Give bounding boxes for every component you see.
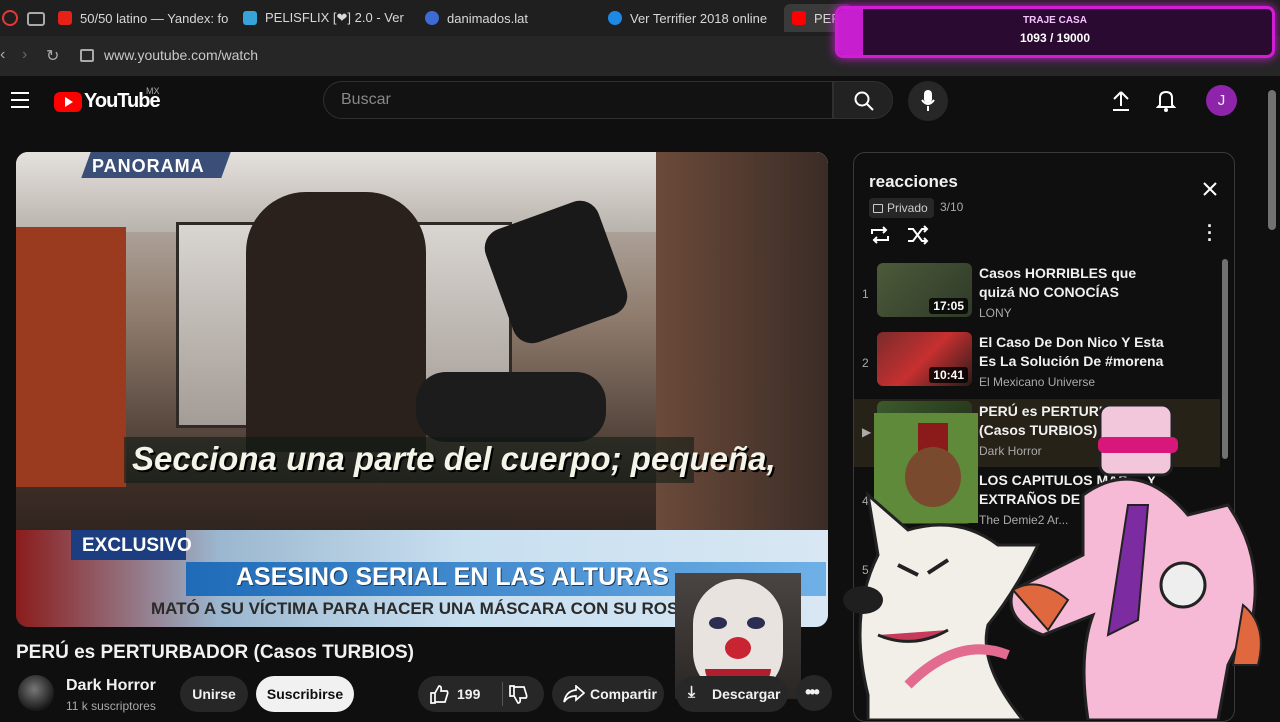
- yandex-icon: [58, 11, 72, 25]
- item-channel: LONY: [979, 306, 1012, 320]
- item-title: El Caso De Don Nico Y Esta Es La Solució…: [979, 334, 1164, 369]
- like-icon[interactable]: [429, 684, 449, 704]
- subscribe-button[interactable]: Suscribirse: [256, 676, 354, 712]
- youtube-play-icon: [54, 92, 82, 112]
- playlist-options-icon[interactable]: · · ·: [1207, 217, 1213, 249]
- video-title: PERÚ es PERTURBADOR (Casos TURBIOS): [16, 642, 414, 663]
- subscribe-label: Suscribirse: [266, 686, 344, 702]
- download-label: Descargar: [712, 686, 781, 702]
- network-logo: PANORAMA: [92, 156, 205, 176]
- avatar[interactable]: J: [1206, 85, 1237, 116]
- subline-text: MATÓ A SU VÍCTIMA PARA HACER UNA MÁSCARA…: [151, 599, 715, 618]
- close-icon[interactable]: [1202, 181, 1218, 197]
- channel-avatar[interactable]: [18, 675, 54, 711]
- shuffle-icon[interactable]: [907, 225, 929, 245]
- lock-icon: [80, 49, 94, 62]
- url-field[interactable]: www.youtube.com/watch: [104, 47, 258, 63]
- goal-counter: 1093 / 19000: [1019, 31, 1091, 45]
- video-scene-camera: [416, 372, 606, 442]
- goal-label: TRAJE CASA: [1023, 15, 1087, 26]
- tab-title: 50/50 latino — Yandex: fo: [80, 10, 228, 26]
- tab-title: PELISFLIX [❤] 2.0 - Ver I: [265, 10, 408, 25]
- item-index: 2: [862, 356, 869, 370]
- region-code: MX: [146, 86, 160, 96]
- channel-name[interactable]: Dark Horror: [66, 677, 156, 695]
- tab-title: danimados.lat: [447, 10, 528, 26]
- upload-icon[interactable]: [1111, 90, 1131, 112]
- video-caption: Secciona una parte del cuerpo; pequeña,: [132, 440, 776, 477]
- small-dog-sticker: [874, 413, 978, 523]
- video-scene-door: [16, 227, 126, 487]
- divider: [502, 682, 503, 706]
- share-button[interactable]: Compartir: [552, 676, 664, 712]
- tab-title: Ver Terrifier 2018 online I: [630, 10, 770, 26]
- privacy-label: Privado: [887, 201, 928, 215]
- download-icon: ⤓: [688, 684, 696, 701]
- search-button[interactable]: [833, 81, 893, 119]
- clown-eye: [747, 617, 765, 629]
- danimados-icon: [425, 11, 439, 25]
- item-index: 1: [862, 287, 869, 301]
- notifications-bell-icon[interactable]: [1156, 89, 1176, 113]
- join-button[interactable]: Unirse: [180, 676, 248, 712]
- more-horiz-icon: •••: [805, 682, 820, 702]
- tab-yandex[interactable]: 50/50 latino — Yandex: fo: [58, 4, 228, 32]
- search-icon: [854, 91, 874, 111]
- item-duration: 17:05: [929, 298, 968, 314]
- gamepad-icon[interactable]: [27, 12, 45, 26]
- clown-eye: [709, 617, 727, 629]
- forward-icon[interactable]: ›: [22, 46, 27, 64]
- tab-pelisflix[interactable]: PELISFLIX [❤] 2.0 - Ver I: [243, 4, 408, 32]
- share-icon: [563, 685, 585, 703]
- loop-icon[interactable]: [869, 225, 891, 245]
- video-scene-person: [246, 192, 426, 452]
- join-label: Unirse: [192, 686, 236, 702]
- item-thumbnail: 10:41: [877, 332, 972, 386]
- page-scrollbar[interactable]: [1268, 90, 1276, 230]
- playlist-position: 3/10: [940, 200, 964, 214]
- item-duration: 10:41: [929, 367, 968, 383]
- exclusive-text: EXCLUSIVO: [82, 535, 192, 556]
- pink-robot-character: [1009, 403, 1262, 720]
- hamburger-menu-icon[interactable]: [11, 92, 29, 108]
- pelisflix-icon: [243, 11, 257, 25]
- like-count: 199: [457, 686, 481, 702]
- tab-danimados[interactable]: danimados.lat: [425, 4, 585, 32]
- like-dislike-group: 199: [418, 676, 544, 712]
- more-actions-button[interactable]: •••: [796, 675, 832, 711]
- headline-text: ASESINO SERIAL EN LAS ALTURAS: [236, 563, 669, 591]
- item-title: Casos HORRIBLES que quizá NO CONOCÍAS: [979, 265, 1137, 300]
- item-channel: El Mexicano Universe: [979, 375, 1096, 389]
- avatar-letter: J: [1217, 92, 1226, 109]
- subscriber-count: 11 k suscriptores: [66, 699, 156, 713]
- reload-icon[interactable]: ↻: [46, 46, 59, 66]
- playlist-item[interactable]: 2 10:41 El Caso De Don Nico Y Esta Es La…: [854, 330, 1224, 398]
- privacy-badge: Privado: [869, 198, 934, 218]
- tab-terrifier[interactable]: Ver Terrifier 2018 online I: [608, 4, 770, 32]
- youtube-header: YouTube MX J: [0, 76, 1280, 128]
- back-icon[interactable]: ‹: [0, 46, 5, 64]
- dislike-icon[interactable]: [508, 685, 528, 705]
- white-dog-character: [843, 491, 1041, 720]
- microphone-icon: [921, 90, 935, 111]
- browser-menu-icon[interactable]: [2, 10, 18, 26]
- item-thumbnail: 17:05: [877, 263, 972, 317]
- site-icon: [608, 11, 622, 25]
- youtube-favicon-icon: [792, 11, 806, 25]
- video-player[interactable]: PANORAMA Secciona una parte del cuerpo; …: [16, 152, 828, 627]
- voice-search-button[interactable]: [908, 81, 948, 121]
- clown-nose: [725, 637, 751, 659]
- share-label: Compartir: [590, 686, 657, 702]
- stream-goal-widget: TRAJE CASA 1093 / 19000: [835, 6, 1275, 58]
- lock-icon: [873, 203, 883, 213]
- playlist-title[interactable]: reacciones: [869, 172, 958, 192]
- streamer-characters-overlay: [843, 403, 1262, 720]
- search-input[interactable]: [339, 90, 813, 110]
- playlist-item[interactable]: 1 17:05 Casos HORRIBLES que quizá NO CON…: [854, 261, 1224, 329]
- search-box[interactable]: [323, 81, 833, 119]
- download-button[interactable]: ⤓ Descargar: [676, 676, 788, 712]
